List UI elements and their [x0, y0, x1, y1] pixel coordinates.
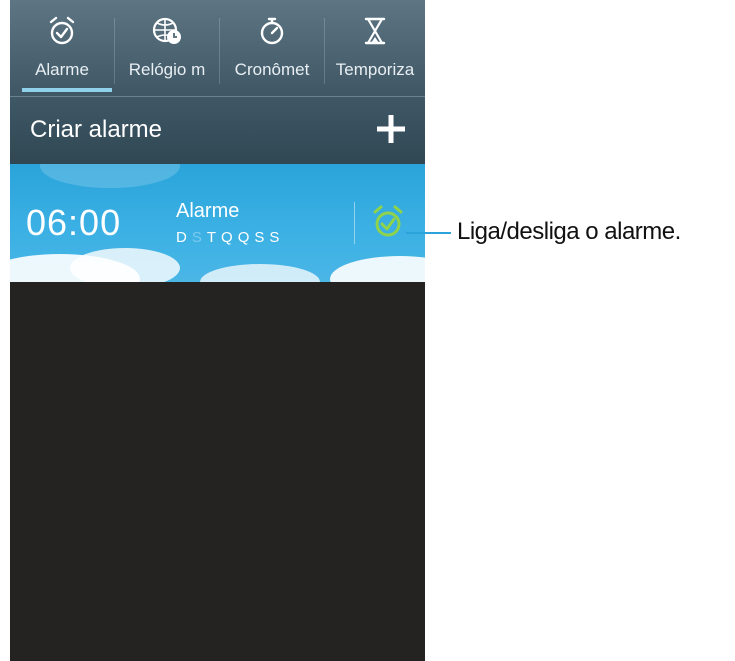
- tab-alarm-label: Alarme: [35, 60, 89, 79]
- add-alarm-button[interactable]: [371, 109, 411, 149]
- tab-stopwatch[interactable]: Cronômet: [220, 0, 324, 92]
- cloud-decoration: [200, 264, 320, 282]
- tab-timer-label: Temporiza: [335, 60, 415, 79]
- callout-line: [406, 232, 451, 234]
- tab-world-clock-label: Relógio m: [128, 60, 206, 79]
- day-tuesday: T: [206, 229, 222, 246]
- world-clock-icon: [115, 16, 219, 48]
- alarm-repeat-days: DSTQQSS: [176, 229, 284, 246]
- plus-icon: [377, 115, 405, 143]
- alarm-name: Alarme: [176, 200, 240, 222]
- alarm-on-icon: [373, 205, 403, 237]
- clock-app-screen: Alarme Relógio m Cronômet Temporiza Cria…: [10, 0, 425, 661]
- selected-tab-indicator: [22, 88, 112, 92]
- hourglass-icon: [325, 16, 425, 48]
- day-monday: S: [191, 229, 207, 246]
- day-sunday: D: [176, 229, 192, 246]
- stopwatch-icon: [220, 16, 324, 48]
- cloud-decoration: [330, 256, 425, 282]
- day-wednesday: Q: [221, 229, 238, 246]
- tab-stopwatch-label: Cronômet: [234, 60, 310, 79]
- create-alarm-title: Criar alarme: [30, 116, 163, 143]
- cloud-decoration: [70, 248, 180, 282]
- tab-timer[interactable]: Temporiza: [325, 0, 425, 92]
- alarm-list-item[interactable]: 06:00 Alarme DSTQQSS: [10, 164, 425, 282]
- callout-annotation: Liga/desliga o alarme.: [457, 218, 681, 245]
- alarm-clock-icon: [10, 16, 114, 48]
- row-divider: [354, 202, 355, 244]
- alarm-time: 06:00: [26, 202, 122, 243]
- day-thursday: Q: [237, 229, 255, 246]
- alarm-toggle-button[interactable]: [368, 202, 408, 242]
- tab-alarm[interactable]: Alarme: [10, 0, 114, 92]
- cloud-decoration: [40, 164, 180, 188]
- tab-bar: Alarme Relógio m Cronômet Temporiza: [10, 0, 425, 96]
- day-friday: S: [254, 229, 270, 246]
- day-saturday: S: [269, 229, 285, 246]
- tab-world-clock[interactable]: Relógio m: [115, 0, 219, 92]
- create-alarm-bar[interactable]: Criar alarme: [10, 96, 425, 165]
